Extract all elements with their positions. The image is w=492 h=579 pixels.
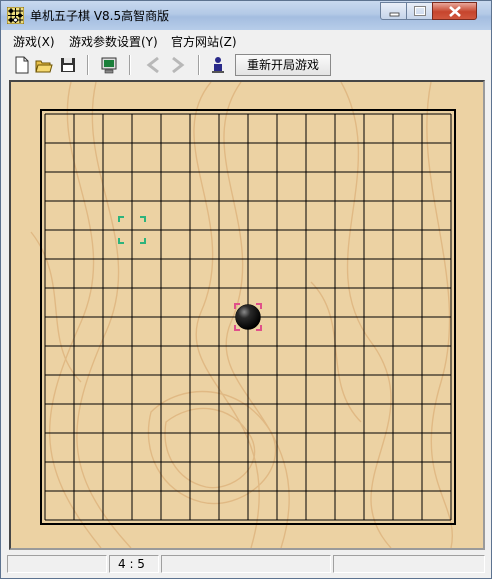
menu-game-settings[interactable]: 游戏参数设置(Y) <box>69 33 158 50</box>
player-icon[interactable] <box>208 54 228 76</box>
window-title: 单机五子棋 V8.5高智商版 <box>30 9 170 23</box>
close-icon <box>449 6 461 17</box>
maximize-button[interactable] <box>406 2 433 20</box>
stones-layer <box>235 304 261 330</box>
arrow-right-icon[interactable] <box>167 54 187 76</box>
close-button[interactable] <box>432 2 477 20</box>
minimize-icon <box>389 12 400 17</box>
open-folder-icon[interactable] <box>34 54 54 76</box>
new-document-icon[interactable] <box>12 54 32 76</box>
status-pane-right <box>333 555 485 573</box>
toolbar-separator <box>87 55 89 75</box>
maximize-icon <box>414 6 426 16</box>
board-canvas[interactable] <box>11 82 483 548</box>
app-icon <box>7 7 24 24</box>
game-board[interactable] <box>9 80 485 550</box>
status-pane-left <box>7 555 107 573</box>
title-bar[interactable]: 单机五子棋 V8.5高智商版 <box>1 1 491 30</box>
arrow-left-icon[interactable] <box>144 54 164 76</box>
toolbar-separator <box>129 55 131 75</box>
menu-bar: 游戏(X) 游戏参数设置(Y) 官方网站(Z) <box>5 30 489 50</box>
app-window: 单机五子棋 V8.5高智商版 游戏(X) 游戏参数设置(Y) 官方网站(Z) 重… <box>0 0 492 579</box>
toolbar-separator <box>198 55 200 75</box>
save-disk-icon[interactable] <box>58 54 78 76</box>
menu-official-site[interactable]: 官方网站(Z) <box>171 33 237 50</box>
monitor-icon[interactable] <box>99 54 119 76</box>
status-bar: 4 : 5 <box>5 554 489 575</box>
black-stone <box>235 304 261 330</box>
status-coordinate: 4 : 5 <box>109 555 159 573</box>
restart-game-button[interactable]: 重新开局游戏 <box>235 54 331 76</box>
menu-game[interactable]: 游戏(X) <box>13 33 55 50</box>
toolbar: 重新开局游戏 <box>5 51 489 79</box>
minimize-button[interactable] <box>380 2 407 20</box>
status-pane-middle <box>161 555 331 573</box>
